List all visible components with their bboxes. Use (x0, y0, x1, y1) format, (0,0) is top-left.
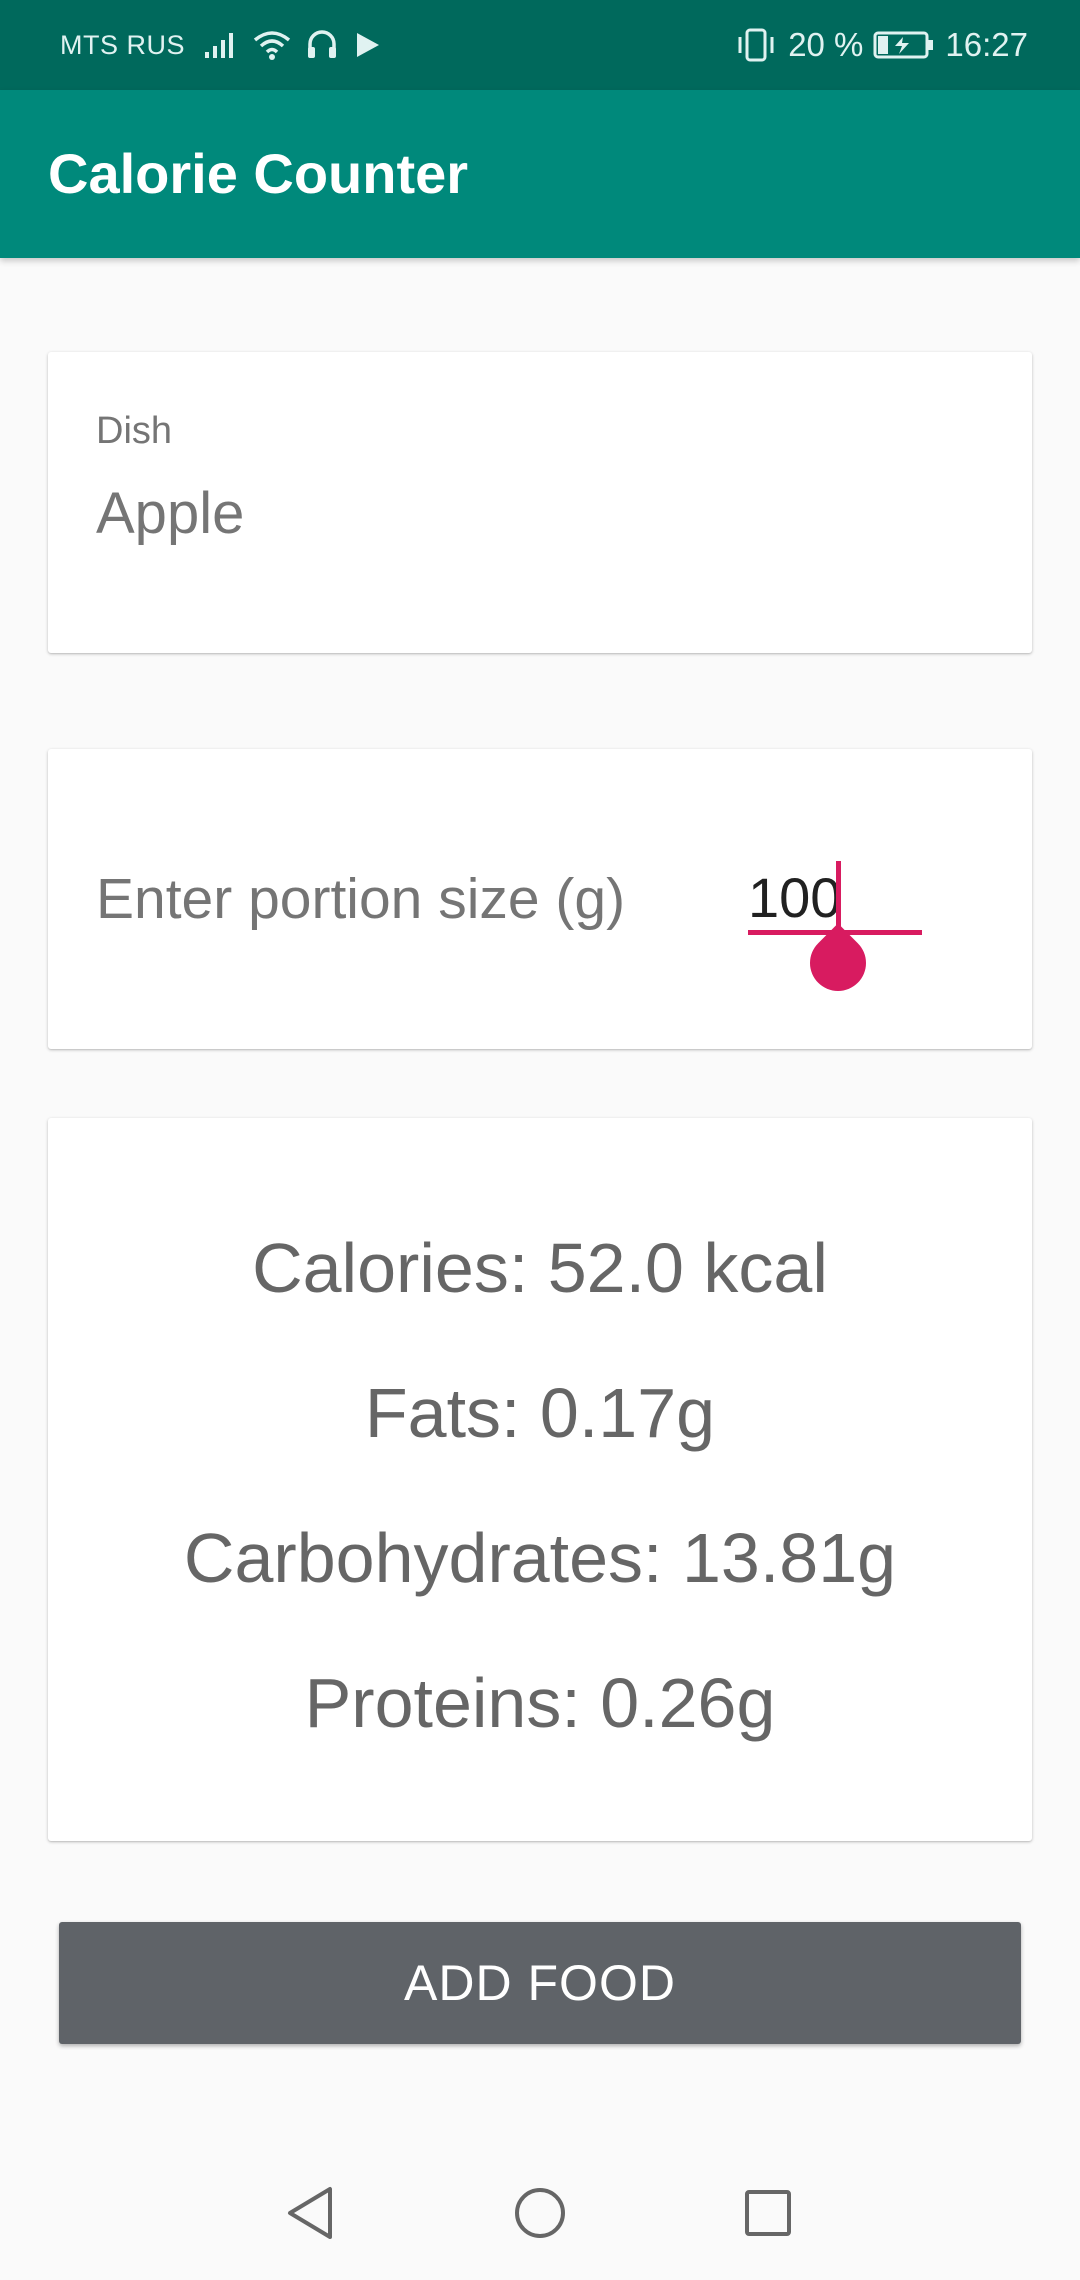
signal-icon (203, 30, 239, 60)
back-icon[interactable] (270, 2176, 350, 2250)
carbohydrates-text: Carbohydrates: 13.81g (183, 1519, 897, 1597)
dish-label: Dish (96, 410, 173, 452)
proteins-text: Proteins: 0.26g (304, 1664, 776, 1742)
navigation-bar (0, 2146, 1080, 2280)
portion-card: Enter portion size (g) (48, 749, 1032, 1049)
fats-text: Fats: 0.17g (364, 1374, 716, 1452)
home-icon[interactable] (500, 2176, 580, 2250)
battery-icon (873, 29, 935, 61)
app-bar: Calorie Counter (0, 90, 1080, 258)
add-food-button[interactable]: ADD FOOD (59, 1922, 1021, 2044)
headset-icon (305, 28, 339, 62)
carrier-label: MTS RUS (60, 29, 185, 60)
dish-card: Dish Apple (48, 352, 1032, 653)
nutrition-card: Calories: 52.0 kcal Fats: 0.17g Carbohyd… (48, 1118, 1032, 1841)
clock: 16:27 (945, 26, 1028, 63)
status-bar: MTS RUS 20 % 16:27 (0, 0, 1080, 90)
wifi-icon (253, 29, 291, 61)
calories-text: Calories: 52.0 kcal (252, 1229, 828, 1307)
portion-label: Enter portion size (g) (96, 867, 626, 931)
dish-field[interactable]: Apple (96, 480, 244, 547)
cursor-handle[interactable] (798, 923, 878, 1003)
play-icon (353, 30, 381, 60)
text-cursor (836, 861, 841, 933)
battery-percent: 20 % (788, 26, 864, 63)
vibrate-icon (734, 27, 778, 63)
app-title: Calorie Counter (48, 142, 469, 205)
recents-icon[interactable] (728, 2176, 808, 2250)
portion-input[interactable] (748, 864, 922, 935)
